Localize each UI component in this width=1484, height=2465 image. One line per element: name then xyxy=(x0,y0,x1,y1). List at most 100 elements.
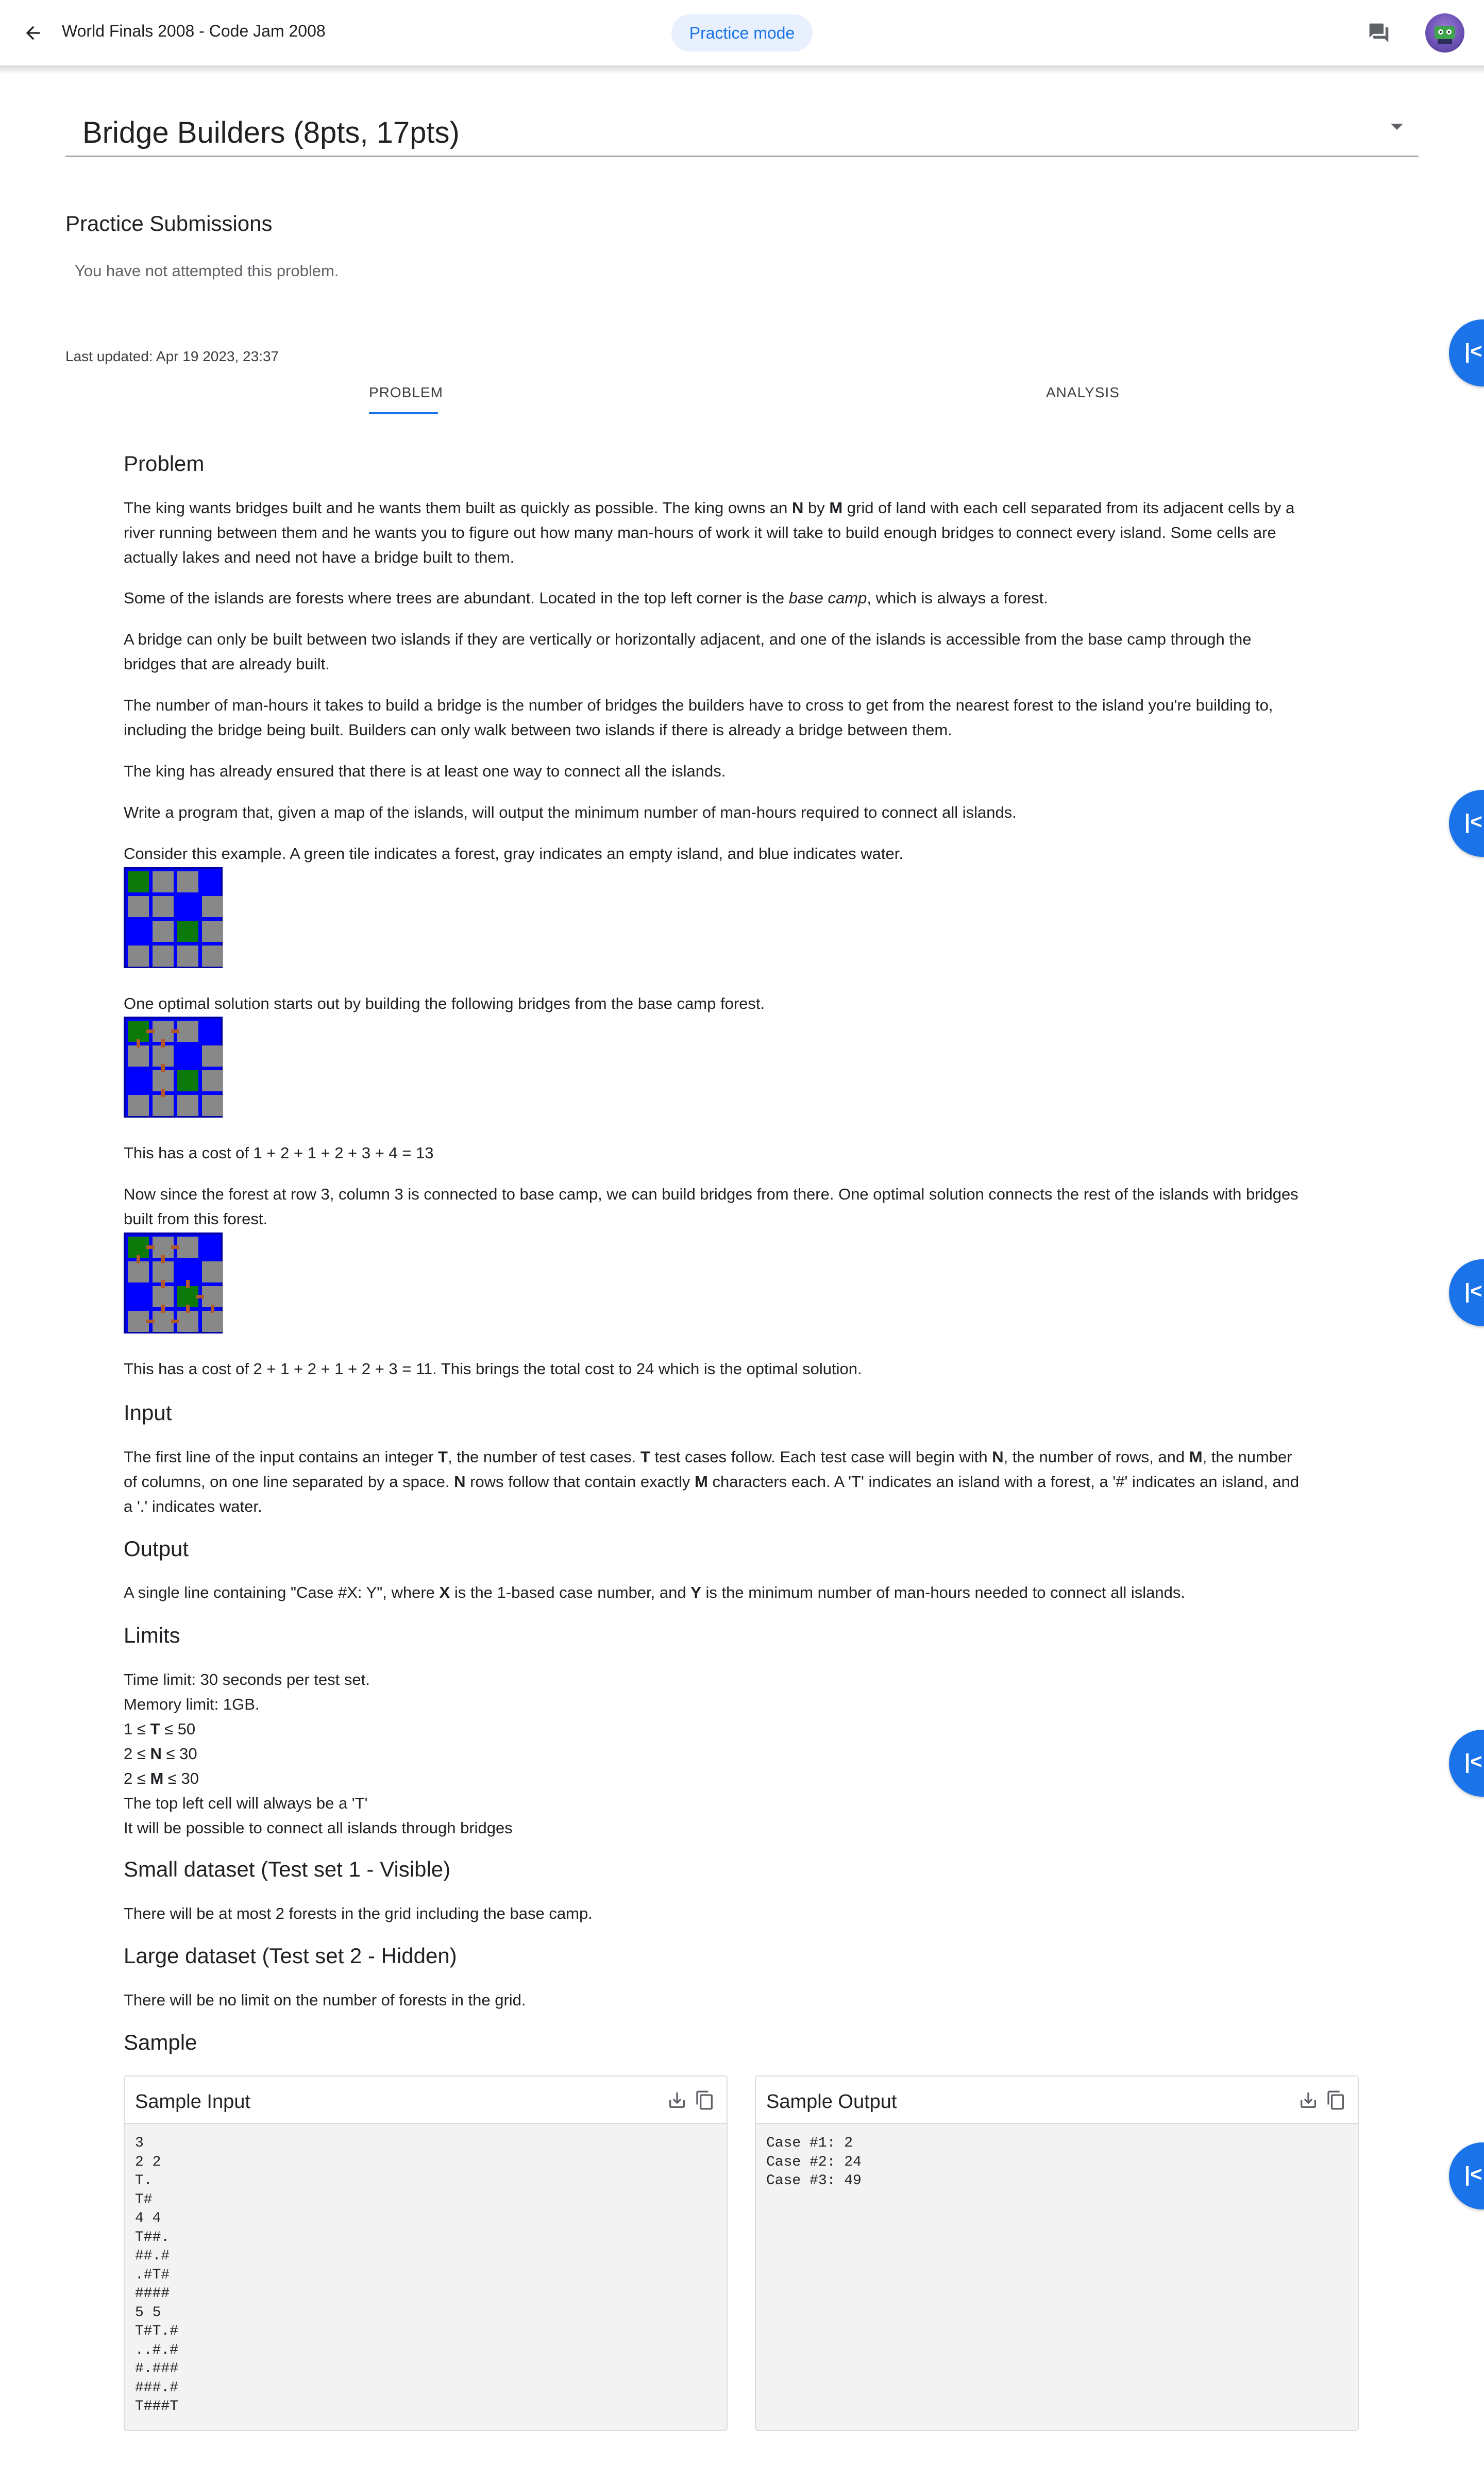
paragraph: The number of man-hours it takes to buil… xyxy=(124,696,1273,739)
output-description: A single line containing "Case #X: Y", w… xyxy=(124,1583,1186,1601)
island-tile xyxy=(153,1237,174,1258)
limits-list: Time limit: 30 seconds per test set. Mem… xyxy=(124,1670,513,1837)
paragraph: Consider this example. A green tile indi… xyxy=(124,845,903,863)
bridge-mark xyxy=(186,1305,190,1313)
island-tile xyxy=(153,1070,174,1091)
island-tile xyxy=(177,1021,198,1042)
example-map-image xyxy=(124,867,223,968)
feedback-icon[interactable] xyxy=(1364,19,1393,47)
bridge-mark xyxy=(196,1295,204,1298)
paragraph: Now since the forest at row 3, column 3 … xyxy=(124,1185,1298,1228)
island-tile xyxy=(202,946,223,967)
problem-select[interactable]: Bridge Builders (8pts, 17pts) xyxy=(65,103,1419,157)
bridge-mark xyxy=(161,1280,165,1288)
collapse-panel-button[interactable]: |< xyxy=(1449,1259,1484,1326)
island-tile xyxy=(128,946,149,967)
island-tile xyxy=(128,1311,149,1332)
island-tile xyxy=(177,1095,198,1116)
island-tile xyxy=(128,1095,149,1116)
paragraph: The king has already ensured that there … xyxy=(124,762,726,780)
forest-tile xyxy=(128,871,149,892)
island-tile xyxy=(128,896,149,917)
sample-output-text: Case #1: 2 Case #2: 24 Case #3: 49 xyxy=(766,2135,862,2189)
island-tile xyxy=(128,1261,149,1282)
island-tile xyxy=(153,1045,174,1067)
large-dataset-text: There will be no limit on the number of … xyxy=(124,1991,526,2009)
bridge-mark xyxy=(161,1255,165,1263)
bridge-mark xyxy=(161,1089,165,1097)
forest-tile xyxy=(128,1237,149,1258)
small-dataset-heading: Small dataset (Test set 1 - Visible) xyxy=(124,1857,451,1881)
collapse-panel-button[interactable]: |< xyxy=(1449,790,1484,857)
bridge-mark xyxy=(146,1320,155,1323)
island-tile xyxy=(153,896,174,917)
first-page-icon: |< xyxy=(1464,1280,1482,1303)
dropdown-arrow-icon[interactable] xyxy=(1391,124,1403,130)
island-tile xyxy=(153,921,174,942)
island-tile xyxy=(202,921,223,942)
input-heading: Input xyxy=(124,1400,172,1425)
paragraph: This has a cost of 1 + 2 + 1 + 2 + 3 + 4… xyxy=(124,1144,434,1162)
bridge-mark xyxy=(171,1029,179,1033)
island-tile xyxy=(153,871,174,892)
problem-heading: Problem xyxy=(124,451,205,476)
sample-input-text: 3 2 2 T. T# 4 4 T##. ##.# .#T# #### 5 5 … xyxy=(135,2135,179,2415)
sample-input-title: Sample Input xyxy=(135,2091,250,2113)
forest-tile xyxy=(177,1070,198,1091)
paragraph: A bridge can only be built between two i… xyxy=(124,630,1252,673)
copy-icon[interactable] xyxy=(1326,2089,1346,2112)
island-tile xyxy=(202,1311,223,1332)
output-heading: Output xyxy=(124,1537,189,1561)
island-tile xyxy=(202,1070,223,1091)
input-description: The first line of the input contains an … xyxy=(124,1448,1300,1515)
bridge-mark xyxy=(146,1029,155,1033)
collapse-panel-button[interactable]: |< xyxy=(1449,319,1484,386)
island-tile xyxy=(153,946,174,967)
island-tile xyxy=(202,1095,223,1116)
sample-input-panel: Sample Input 3 2 2 T. T# 4 4 T##. ##.# .… xyxy=(124,2075,728,2431)
bridge-mark xyxy=(146,1245,155,1249)
island-tile xyxy=(153,1286,174,1307)
bridge-mark xyxy=(211,1305,214,1313)
island-tile xyxy=(153,1095,174,1116)
tab-selected-indicator xyxy=(369,412,438,414)
island-tile xyxy=(177,871,198,892)
island-tile xyxy=(153,1261,174,1282)
collapse-panel-button[interactable]: |< xyxy=(1449,2142,1484,2209)
limits-heading: Limits xyxy=(124,1623,180,1647)
island-tile xyxy=(177,1311,198,1332)
paragraph: One optimal solution starts out by build… xyxy=(124,994,765,1012)
bridge-mark xyxy=(171,1320,179,1323)
tab-analysis[interactable]: ANALYSIS xyxy=(1046,384,1120,401)
tab-problem[interactable]: PROBLEM xyxy=(369,384,443,401)
island-tile xyxy=(202,896,223,917)
small-dataset-text: There will be at most 2 forests in the g… xyxy=(124,1904,593,1922)
island-tile xyxy=(202,1286,223,1307)
avatar[interactable] xyxy=(1425,13,1464,53)
example-map-bridges-image xyxy=(124,1017,223,1118)
back-arrow-icon[interactable] xyxy=(19,19,47,47)
sample-heading: Sample xyxy=(124,2030,197,2054)
download-icon[interactable] xyxy=(667,2090,687,2111)
first-page-icon: |< xyxy=(1464,1750,1482,1773)
bridge-mark xyxy=(137,1255,140,1263)
island-tile xyxy=(153,1311,174,1332)
paragraph: This has a cost of 2 + 1 + 2 + 1 + 2 + 3… xyxy=(124,1360,862,1378)
app-bar-shadow xyxy=(0,66,1484,74)
collapse-panel-button[interactable]: |< xyxy=(1449,1730,1484,1797)
bridge-mark xyxy=(171,1245,179,1249)
paragraph: The king wants bridges built and he want… xyxy=(124,499,1295,566)
practice-mode-chip[interactable]: Practice mode xyxy=(671,14,813,52)
island-tile xyxy=(177,1237,198,1258)
bridge-mark xyxy=(186,1280,190,1288)
island-tile xyxy=(153,1021,174,1042)
sample-output-title: Sample Output xyxy=(766,2091,897,2113)
last-updated: Last updated: Apr 19 2023, 23:37 xyxy=(65,348,279,364)
copy-icon[interactable] xyxy=(695,2089,715,2112)
sample-output-panel: Sample Output Case #1: 2 Case #2: 24 Cas… xyxy=(755,2075,1359,2431)
paragraph: Some of the islands are forests where tr… xyxy=(124,589,1048,607)
download-icon[interactable] xyxy=(1298,2090,1319,2111)
bridge-mark xyxy=(137,1039,140,1048)
island-tile xyxy=(128,1045,149,1067)
submissions-status: You have not attempted this problem. xyxy=(75,262,339,280)
